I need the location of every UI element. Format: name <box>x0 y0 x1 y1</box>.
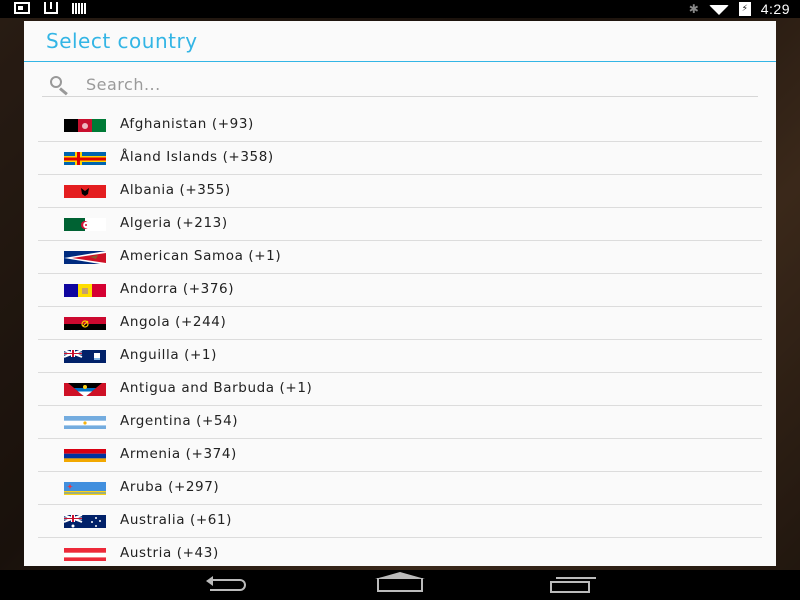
country-label: Armenia (+374) <box>120 446 237 462</box>
country-label: Algeria (+213) <box>120 215 228 231</box>
country-list-item[interactable]: Algeria (+213) <box>38 208 762 241</box>
flag-ar-icon <box>64 415 106 429</box>
flag-am-icon <box>64 448 106 462</box>
country-list-item[interactable]: Afghanistan (+93) <box>38 109 762 142</box>
wifi-icon <box>708 5 729 15</box>
country-list-item[interactable]: Angola (+244) <box>38 307 762 340</box>
search-icon <box>50 76 70 96</box>
status-bar: ✱ ⚡ 4:29 <box>0 0 800 18</box>
country-label: Austria (+43) <box>120 545 219 561</box>
back-button[interactable] <box>204 576 254 594</box>
country-list-item[interactable]: Antigua and Barbuda (+1) <box>38 373 762 406</box>
country-list-item[interactable]: Argentina (+54) <box>38 406 762 439</box>
navigation-bar <box>0 570 800 600</box>
dialog-title: Select country <box>46 29 198 53</box>
country-list-item[interactable]: American Samoa (+1) <box>38 241 762 274</box>
country-label: Anguilla (+1) <box>120 347 217 363</box>
country-list-item[interactable]: Armenia (+374) <box>38 439 762 472</box>
select-country-dialog: Select country Afghanistan (+93) Åland Is… <box>24 21 776 566</box>
search-input[interactable] <box>86 73 686 95</box>
message-notification-icon <box>14 2 30 14</box>
country-list-item[interactable]: Aruba (+297) <box>38 472 762 505</box>
flag-af-icon <box>64 118 106 132</box>
country-list[interactable]: Afghanistan (+93) Åland Islands (+358) Alb… <box>38 109 762 566</box>
flag-ag-icon <box>64 382 106 396</box>
flag-ao-icon <box>64 316 106 330</box>
flag-as-icon <box>64 250 106 264</box>
country-label: Antigua and Barbuda (+1) <box>120 380 313 396</box>
barcode-notification-icon <box>72 2 86 14</box>
country-list-item[interactable]: Austria (+43) <box>38 538 762 566</box>
download-notification-icon <box>44 2 58 14</box>
country-label: Albania (+355) <box>120 182 231 198</box>
search-bar <box>42 73 758 97</box>
title-divider <box>24 61 776 62</box>
home-button[interactable] <box>375 572 425 594</box>
country-label: Australia (+61) <box>120 512 233 528</box>
country-list-item[interactable]: Anguilla (+1) <box>38 340 762 373</box>
flag-at-icon <box>64 547 106 561</box>
flag-al-icon <box>64 184 106 198</box>
country-label: Angola (+244) <box>120 314 227 330</box>
country-label: Andorra (+376) <box>120 281 235 297</box>
home-icon <box>377 578 423 592</box>
clock: 4:29 <box>760 1 790 17</box>
flag-ax-icon <box>64 151 106 165</box>
bluetooth-icon: ✱ <box>688 2 699 16</box>
back-icon <box>210 579 246 591</box>
country-list-item[interactable]: Albania (+355) <box>38 175 762 208</box>
country-label: American Samoa (+1) <box>120 248 282 264</box>
flag-dz-icon <box>64 217 106 231</box>
flag-ad-icon <box>64 283 106 297</box>
country-label: Argentina (+54) <box>120 413 239 429</box>
country-list-item[interactable]: Andorra (+376) <box>38 274 762 307</box>
flag-aw-icon <box>64 481 106 495</box>
country-label: Åland Islands (+358) <box>120 149 274 165</box>
flag-ai-icon <box>64 349 106 363</box>
battery-charging-icon: ⚡ <box>738 2 751 16</box>
flag-au-icon <box>64 514 106 528</box>
country-label: Afghanistan (+93) <box>120 116 254 132</box>
recent-apps-icon <box>550 581 590 593</box>
country-list-item[interactable]: Australia (+61) <box>38 505 762 538</box>
country-label: Aruba (+297) <box>120 479 220 495</box>
country-list-item[interactable]: Åland Islands (+358) <box>38 142 762 175</box>
recent-apps-button[interactable] <box>548 576 598 594</box>
